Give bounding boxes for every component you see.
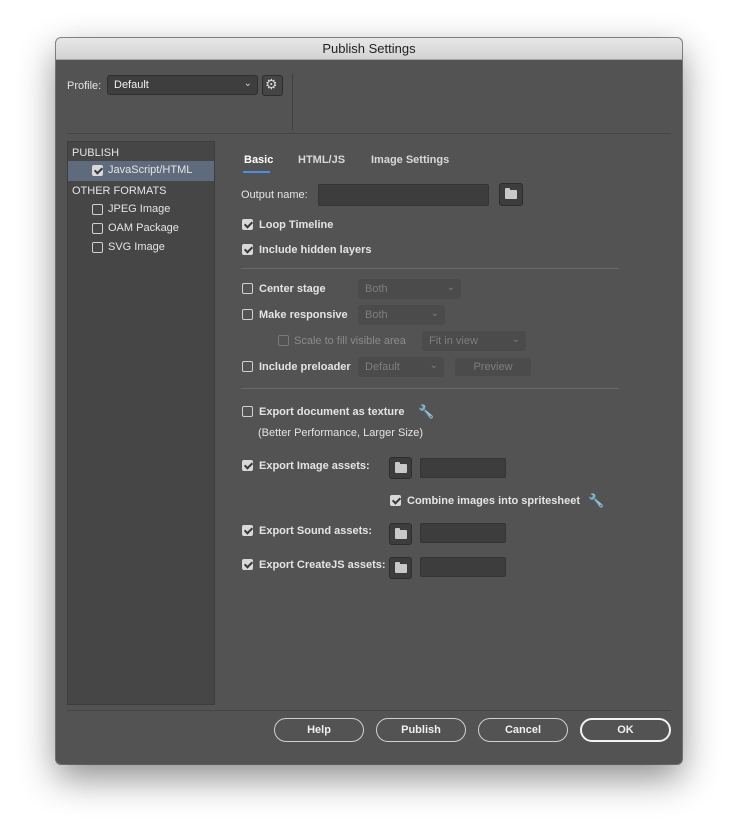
scale-to-fill-label: Scale to fill visible area	[294, 335, 406, 347]
section-divider-2	[241, 388, 619, 389]
folder-icon	[395, 528, 407, 539]
include-preloader-label: Include preloader	[259, 361, 351, 373]
center-stage-label: Center stage	[259, 283, 326, 295]
export-sound-assets-browse-button[interactable]	[389, 523, 412, 545]
sidebar-item-label: SVG Image	[108, 241, 165, 253]
publish-settings-dialog: Publish Settings Profile: Default ⌄ ⚙ PU…	[56, 38, 682, 764]
export-createjs-assets-label: Export CreateJS assets:	[259, 559, 386, 571]
export-image-assets-label: Export Image assets:	[259, 460, 370, 472]
export-sound-assets-checkbox[interactable]	[242, 525, 253, 536]
scale-to-fill-select[interactable]: Fit in view ⌄	[422, 331, 526, 351]
make-responsive-label: Make responsive	[259, 309, 348, 321]
make-responsive-select[interactable]: Both ⌄	[358, 305, 445, 325]
export-texture-note: (Better Performance, Larger Size)	[258, 427, 424, 439]
oam-checkbox[interactable]	[92, 223, 103, 234]
help-button[interactable]: Help	[274, 718, 364, 742]
preview-button[interactable]: Preview	[455, 358, 531, 376]
include-preloader-checkbox[interactable]	[242, 361, 253, 372]
chevron-down-icon: ⌄	[511, 334, 520, 345]
scale-to-fill-checkbox[interactable]	[278, 335, 289, 346]
center-stage-value: Both	[365, 283, 388, 295]
profile-value: Default	[114, 79, 149, 91]
include-preloader-select[interactable]: Default ⌄	[358, 357, 444, 377]
gear-icon: ⚙	[265, 76, 278, 92]
output-name-browse-button[interactable]	[499, 183, 523, 206]
sidebar-item-javascript-html[interactable]: JavaScript/HTML	[68, 161, 214, 181]
sidebar-item-oam[interactable]: OAM Package	[68, 219, 214, 238]
footer-divider	[67, 710, 671, 711]
include-hidden-layers-checkbox[interactable]	[242, 244, 253, 255]
sidebar-item-label: JPEG Image	[108, 203, 171, 215]
sidebar-item-jpeg[interactable]: JPEG Image	[68, 200, 214, 219]
tab-active-indicator	[243, 171, 270, 173]
output-name-label: Output name:	[241, 189, 308, 201]
chevron-down-icon: ⌄	[430, 308, 439, 319]
export-createjs-assets-path[interactable]	[420, 557, 506, 577]
cancel-button[interactable]: Cancel	[478, 718, 568, 742]
export-image-assets-checkbox[interactable]	[242, 460, 253, 471]
profile-settings-button[interactable]: ⚙	[262, 75, 283, 96]
profile-select[interactable]: Default ⌄	[107, 75, 258, 95]
scale-to-fill-value: Fit in view	[429, 335, 478, 347]
export-createjs-assets-checkbox[interactable]	[242, 559, 253, 570]
export-image-assets-path[interactable]	[420, 458, 506, 478]
jpeg-checkbox[interactable]	[92, 204, 103, 215]
folder-icon	[395, 462, 407, 473]
sidebar-item-label: JavaScript/HTML	[108, 164, 193, 176]
center-stage-select[interactable]: Both ⌄	[358, 279, 461, 299]
combine-spritesheet-checkbox[interactable]	[390, 495, 401, 506]
section-divider-1	[241, 268, 619, 269]
combine-spritesheet-label: Combine images into spritesheet	[407, 495, 580, 507]
include-preloader-value: Default	[365, 361, 400, 373]
make-responsive-checkbox[interactable]	[242, 309, 253, 320]
center-stage-checkbox[interactable]	[242, 283, 253, 294]
export-texture-checkbox[interactable]	[242, 406, 253, 417]
sidebar-item-label: OAM Package	[108, 222, 179, 234]
profile-label: Profile:	[67, 80, 102, 92]
folder-open-icon	[505, 188, 517, 199]
tab-html-js[interactable]: HTML/JS	[298, 154, 345, 166]
loop-timeline-label: Loop Timeline	[259, 219, 334, 231]
svg-checkbox[interactable]	[92, 242, 103, 253]
loop-timeline-checkbox[interactable]	[242, 219, 253, 230]
profile-divider	[292, 74, 293, 130]
chevron-down-icon: ⌄	[446, 282, 455, 293]
folder-icon	[395, 562, 407, 573]
header-divider	[67, 133, 671, 134]
export-createjs-assets-browse-button[interactable]	[389, 557, 412, 579]
export-sound-assets-path[interactable]	[420, 523, 506, 543]
wrench-icon[interactable]: 🔧	[418, 404, 434, 420]
include-hidden-layers-label: Include hidden layers	[259, 244, 372, 256]
publish-button[interactable]: Publish	[376, 718, 466, 742]
tab-basic[interactable]: Basic	[244, 154, 273, 166]
chevron-down-icon: ⌄	[243, 78, 252, 89]
wrench-icon[interactable]: 🔧	[588, 493, 604, 509]
format-sidebar: PUBLISH JavaScript/HTML OTHER FORMATS JP…	[67, 141, 215, 705]
export-sound-assets-label: Export Sound assets:	[259, 525, 373, 537]
export-image-assets-browse-button[interactable]	[389, 457, 412, 479]
tab-image-settings[interactable]: Image Settings	[371, 154, 449, 166]
ok-button[interactable]: OK	[580, 718, 671, 742]
sidebar-header-other-formats: OTHER FORMATS	[72, 185, 167, 197]
javascript-html-checkbox[interactable]	[92, 165, 103, 176]
sidebar-header-publish: PUBLISH	[72, 147, 120, 159]
output-name-field[interactable]	[318, 184, 489, 206]
make-responsive-value: Both	[365, 309, 388, 321]
window-title: Publish Settings	[56, 38, 682, 60]
export-texture-label: Export document as texture	[259, 406, 405, 418]
chevron-down-icon: ⌄	[429, 360, 438, 371]
sidebar-item-svg[interactable]: SVG Image	[68, 238, 214, 257]
